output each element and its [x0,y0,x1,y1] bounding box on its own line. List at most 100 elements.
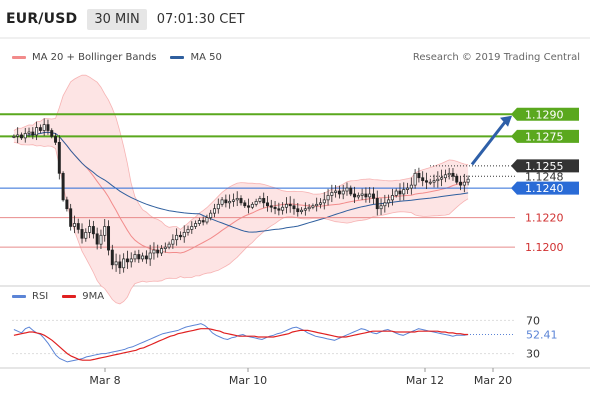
candle-body [319,202,322,205]
candle-body [371,193,375,199]
candle-body [421,177,425,182]
candle-body [209,212,213,218]
candle-body [239,198,243,204]
candle-body [84,231,88,239]
candle-body [406,187,410,190]
candle-body [284,203,288,208]
candle-body [250,203,254,208]
candle-body [417,172,421,179]
candle-body [368,193,372,198]
candle-body [133,254,137,260]
candle-body [326,195,330,201]
candle-body [466,178,470,183]
candle-body [398,190,402,195]
candle-body [178,234,182,238]
candle-body [80,229,84,239]
candle-body [167,243,171,248]
candle-body [156,249,160,254]
candle-body [254,201,258,205]
candle-body [27,131,31,134]
candle-body [341,190,345,195]
price-label-1-1290: 1.1290 [511,107,579,121]
price-label-1-1220: 1.1220 [525,212,564,225]
candle-body [88,226,92,233]
price-label-1-1200: 1.1200 [525,241,564,254]
candle-body [12,136,16,138]
candle-body [337,190,341,195]
price-label-1-1240: 1.1240 [511,181,579,195]
candle-body [296,208,300,213]
candle-body [148,252,152,260]
rsi-tick-30: 30 [526,348,540,361]
candle-body [114,261,118,266]
candle-body [122,258,126,269]
candle-body [360,193,364,196]
candle-body [288,203,292,207]
candle-body [277,208,281,211]
candle-body [459,181,463,186]
candle-body [54,136,58,143]
candle-body [428,181,432,184]
candle-body [330,192,334,196]
candle-body [57,141,61,174]
candle-body [455,175,459,183]
candle-body [190,226,194,230]
price-chart[interactable]: 1.12901.12751.12551.12481.12401.12201.12… [0,0,590,400]
candle-body [182,231,186,238]
candle-body [243,202,247,207]
candle-body [349,187,353,195]
candle-body [35,127,39,136]
candle-body [440,177,444,180]
candle-body [42,124,46,131]
candle-body [141,255,145,260]
candle-body [311,205,315,208]
candle-body [197,220,201,224]
candle-body [72,223,76,227]
candle-body [436,178,440,182]
candle-body [160,248,163,254]
candle-body [390,195,394,201]
candle-body [383,202,387,207]
price-label-text: 1.1240 [525,182,564,195]
candle-body [46,124,50,131]
candle-body [129,258,133,263]
x-tick-label: Mar 8 [89,374,120,387]
price-label-text: 1.1290 [525,108,564,121]
rsi-last-value: 52.41 [526,329,558,342]
candle-body [462,181,466,186]
candle-body [345,187,349,192]
x-tick-label: Mar 10 [229,374,267,387]
candle-body [409,184,413,189]
x-tick-label: Mar 20 [474,374,512,387]
rsi-tick-70: 70 [526,314,540,327]
candle-body [375,198,379,210]
candle-body [186,229,190,233]
price-label-text: 1.1275 [525,130,564,143]
candle-body [300,209,304,213]
candle-body [38,127,42,131]
candle-body [19,134,23,139]
candle-body [228,201,232,204]
price-label-1-1275: 1.1275 [511,129,579,143]
candle-body [424,180,428,183]
candle-body [213,208,216,214]
candle-body [50,130,54,137]
candle-body [303,208,307,211]
candle-body [31,131,35,136]
candle-body [216,203,220,210]
candle-body [171,239,175,245]
candle-body [231,199,235,202]
candle-body [201,220,205,223]
candle-body [266,202,269,207]
candle-body [273,206,277,210]
candle-body [95,233,99,245]
candle-body [394,190,398,196]
candle-body [107,226,111,251]
candle-body [91,226,95,235]
candle-body [163,246,167,249]
rsi-ma9-line [13,328,469,361]
candle-body [258,198,262,202]
candle-body [69,208,73,227]
candle-body [220,199,224,205]
candle-body [194,223,198,227]
